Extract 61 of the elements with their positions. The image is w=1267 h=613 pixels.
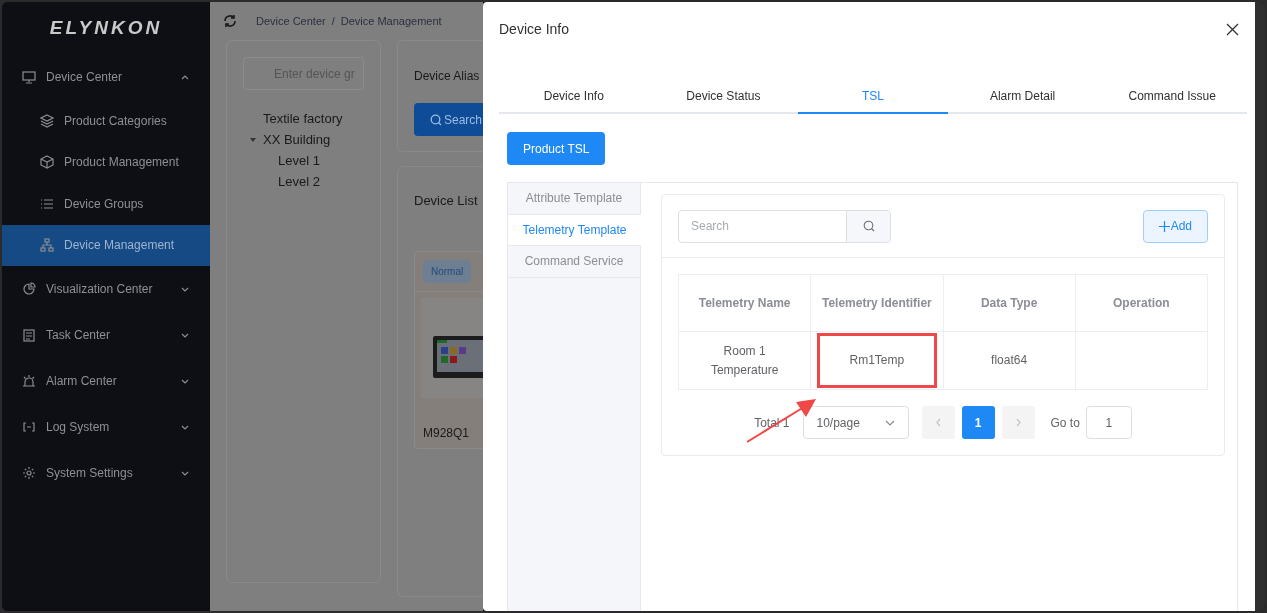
monitor-icon (22, 70, 36, 84)
add-button[interactable]: Add (1142, 209, 1208, 243)
menu-item[interactable]: Task Center (2, 312, 210, 358)
tab[interactable]: Alarm Detail (947, 80, 1098, 114)
logo: ELYNKON (49, 15, 163, 40)
page-button[interactable]: 1 (961, 406, 995, 439)
tree-node[interactable]: Level 1 (278, 150, 320, 171)
device-card[interactable]: Normal M928Q1 (414, 250, 483, 449)
submenu-item[interactable]: Product Categories (2, 100, 210, 142)
tree-node[interactable]: XX Building (263, 129, 331, 150)
menu-item[interactable]: Device Center (2, 54, 210, 100)
table-cell: Room 1 Temperature (710, 343, 779, 377)
search-icon[interactable] (862, 220, 875, 232)
tab[interactable]: TSL (798, 80, 948, 114)
pie-chart-icon (22, 282, 36, 296)
field-label: Device Alias (414, 68, 481, 85)
tab[interactable]: Device Status (648, 80, 799, 114)
plus-icon (1158, 220, 1170, 232)
gear-icon (22, 466, 36, 480)
search-field[interactable]: Search (678, 209, 891, 243)
status-tag: Normal (423, 259, 472, 283)
breadcrumb-item[interactable]: Device Management (340, 12, 442, 30)
tree-node[interactable]: Level 2 (278, 171, 320, 192)
close-icon[interactable] (1226, 22, 1239, 36)
side-tab[interactable]: Attribute Template (508, 183, 640, 215)
cube-icon (40, 155, 54, 170)
search-button[interactable]: Search (414, 103, 483, 136)
breadcrumb-separator: / (331, 13, 335, 29)
column-header: Telemetry Name (678, 274, 811, 332)
submenu-item[interactable]: Device Management (2, 224, 210, 266)
page-input[interactable]: 1 (1085, 406, 1132, 439)
breadcrumb-item[interactable]: Device Center (256, 12, 326, 30)
drawer-title: Device Info (499, 19, 570, 39)
column-header: Telemetry Identifier (810, 274, 943, 332)
device-name: M928Q1 (422, 424, 471, 442)
menu-item[interactable]: Alarm Center (2, 358, 210, 404)
search-icon (430, 113, 442, 126)
table-cell: Rm1Temp (849, 353, 905, 367)
column-header: Operation (1075, 274, 1208, 332)
section-title: Device List (414, 192, 479, 210)
list-icon (40, 196, 54, 211)
menu-item[interactable]: Visualization Center (2, 266, 210, 312)
menu-item[interactable]: Log System (2, 404, 210, 450)
table-cell: float64 (991, 353, 1028, 367)
side-tab[interactable]: Command Service (508, 246, 640, 278)
product-tsl-button[interactable]: Product TSL (507, 132, 606, 165)
tab[interactable]: Device Info (499, 80, 649, 114)
refresh-icon[interactable] (222, 13, 238, 29)
alarm-icon (22, 374, 36, 388)
submenu-item[interactable]: Product Management (2, 141, 210, 183)
submenu-item[interactable]: Device Groups (2, 183, 210, 225)
goto-label: Go to (1050, 414, 1080, 432)
layers-icon (40, 113, 54, 128)
hierarchy-icon (40, 238, 54, 253)
column-header: Data Type (943, 274, 1076, 332)
tree-node[interactable]: Textile factory (263, 108, 343, 129)
brackets-icon (22, 420, 36, 434)
side-tab[interactable]: Telemetry Template (508, 214, 641, 246)
clipboard-icon (22, 328, 36, 342)
menu-item[interactable]: System Settings (2, 450, 210, 496)
tab[interactable]: Command Issue (1097, 80, 1247, 114)
